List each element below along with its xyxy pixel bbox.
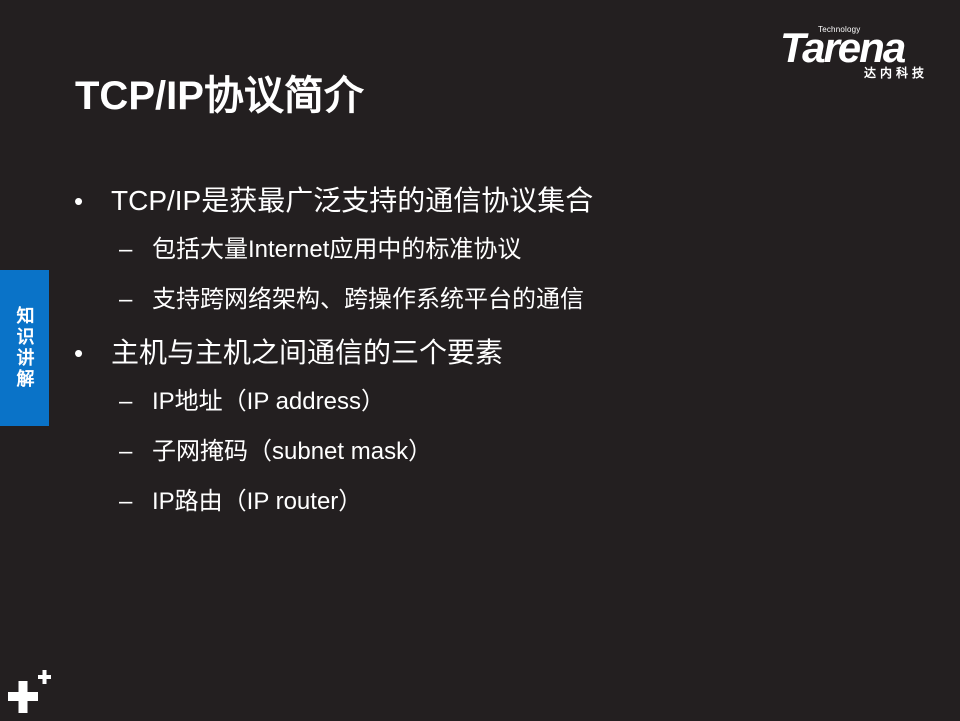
bullet-text: TCP/IP是获最广泛支持的通信协议集合 xyxy=(111,185,594,216)
sub-bullet-text: 包括大量Internet应用中的标准协议 xyxy=(152,236,522,263)
bullet-marker: • xyxy=(74,186,84,216)
sub-bullet-text: 子网掩码（subnet mask） xyxy=(152,438,433,465)
sub-bullet-marker: – xyxy=(119,236,133,263)
side-tab: 知识讲解 xyxy=(0,270,49,426)
bullet-marker: • xyxy=(74,338,84,368)
sub-bullet-text: IP地址（IP address） xyxy=(152,388,385,415)
side-tab-label: 知识讲解 xyxy=(14,306,35,390)
sub-bullet-marker: – xyxy=(119,438,133,465)
bullet-text: 主机与主机之间通信的三个要素 xyxy=(111,337,504,368)
slide-title: TCP/IP协议简介 xyxy=(75,74,364,118)
logo-chinese-name: 达内科技 xyxy=(864,66,929,80)
brand-logo: Technology Tarena 达内科技 xyxy=(780,26,946,84)
sub-bullet-text: 支持跨网络架构、跨操作系统平台的通信 xyxy=(152,286,584,313)
sub-bullet-marker: – xyxy=(119,286,133,313)
plus-icon xyxy=(4,668,52,716)
logo-wordmark: Tarena xyxy=(780,24,906,71)
sub-bullet-text: IP路由（IP router） xyxy=(152,488,363,515)
sub-bullet-marker: – xyxy=(119,488,133,515)
sub-bullet-marker: – xyxy=(119,388,133,415)
